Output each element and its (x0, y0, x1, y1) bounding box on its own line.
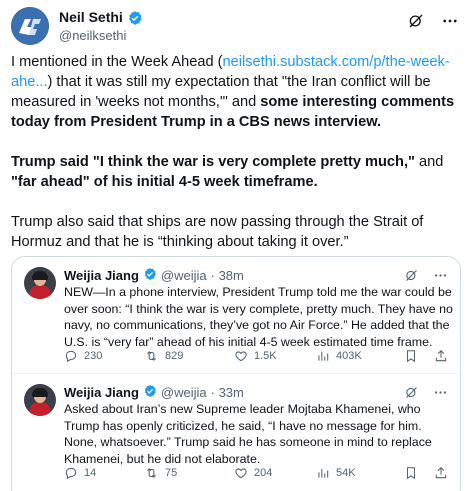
repost-count: 829 (165, 350, 184, 362)
more-icon[interactable] (441, 12, 459, 35)
post-paragraph-1: I mentioned in the Week Ahead (neilsethi… (11, 52, 463, 132)
like-icon (235, 351, 247, 362)
quoted-author-handle[interactable]: @weijia (161, 268, 207, 284)
verified-icon (143, 384, 157, 402)
author-handle[interactable]: @neilksethi (59, 28, 126, 44)
author-logo-icon (11, 7, 49, 45)
action-bar: 14 75 204 54K (64, 466, 454, 484)
reply-button[interactable]: 230 (64, 349, 102, 363)
quoted-post[interactable]: Weijia Jiang @weijia · 33m Asked about I… (12, 374, 460, 491)
avatar[interactable] (24, 384, 56, 416)
reply-count: 14 (84, 467, 97, 479)
quoted-post[interactable]: Weijia Jiang @weijia · 38m NEW—In a phon… (12, 257, 460, 373)
author-name[interactable]: Neil Sethi (59, 9, 123, 26)
quoted-author-name[interactable]: Weijia Jiang (64, 385, 139, 401)
timestamp[interactable]: · 33m (211, 385, 244, 401)
reply-icon (65, 350, 77, 363)
quoted-post-text: Asked about Iran’s new Supreme leader Mo… (64, 402, 432, 466)
timestamp[interactable]: · 38m (211, 268, 244, 284)
views-button[interactable]: 54K (316, 466, 356, 480)
repost-icon (147, 468, 156, 478)
quoted-post-text: NEW—In a phone interview, President Trum… (64, 285, 453, 349)
view-count: 54K (336, 467, 356, 479)
like-count: 204 (254, 467, 273, 479)
repost-icon (147, 351, 156, 361)
share-icon[interactable] (434, 466, 448, 483)
post-text: I mentioned in the Week Ahead ( (11, 54, 223, 70)
avatar[interactable] (24, 267, 56, 299)
reply-count: 230 (84, 350, 103, 362)
views-button[interactable]: 403K (316, 349, 362, 363)
reply-icon (65, 467, 77, 480)
view-count: 403K (336, 350, 362, 362)
like-button[interactable]: 1.5K (234, 349, 277, 363)
author-avatar[interactable] (11, 7, 49, 45)
verified-icon (143, 267, 157, 285)
post-bold-text: Trump said "I think the war is very comp… (11, 154, 415, 170)
quoted-thread[interactable]: Weijia Jiang @weijia · 38m NEW—In a phon… (11, 256, 461, 491)
like-icon (235, 468, 247, 479)
post-bold-text: "far ahead" of his initial 4-5 week time… (11, 174, 318, 190)
views-icon (318, 468, 329, 478)
post-paragraph-2: Trump said "I think the war is very comp… (11, 152, 463, 192)
bookmark-icon[interactable] (404, 349, 418, 366)
share-icon[interactable] (434, 349, 448, 366)
post-paragraph-3: Trump also said that ships are now passi… (11, 214, 424, 250)
action-bar: 230 829 1.5K 403K (64, 349, 454, 367)
post-body: I mentioned in the Week Ahead (neilsethi… (11, 52, 463, 272)
post-text: and (414, 154, 444, 170)
like-button[interactable]: 204 (234, 466, 272, 480)
repost-count: 75 (165, 467, 178, 479)
views-icon (318, 351, 329, 361)
reply-button[interactable]: 14 (64, 466, 96, 480)
grok-icon[interactable] (407, 12, 425, 35)
verified-icon (127, 10, 143, 26)
repost-button[interactable]: 829 (144, 349, 183, 363)
quoted-author-name[interactable]: Weijia Jiang (64, 268, 139, 284)
like-count: 1.5K (254, 350, 277, 362)
post-header: Neil Sethi @neilksethi (11, 6, 461, 46)
repost-button[interactable]: 75 (144, 466, 177, 480)
quoted-author-handle[interactable]: @weijia (161, 385, 207, 401)
bookmark-icon[interactable] (404, 466, 418, 483)
